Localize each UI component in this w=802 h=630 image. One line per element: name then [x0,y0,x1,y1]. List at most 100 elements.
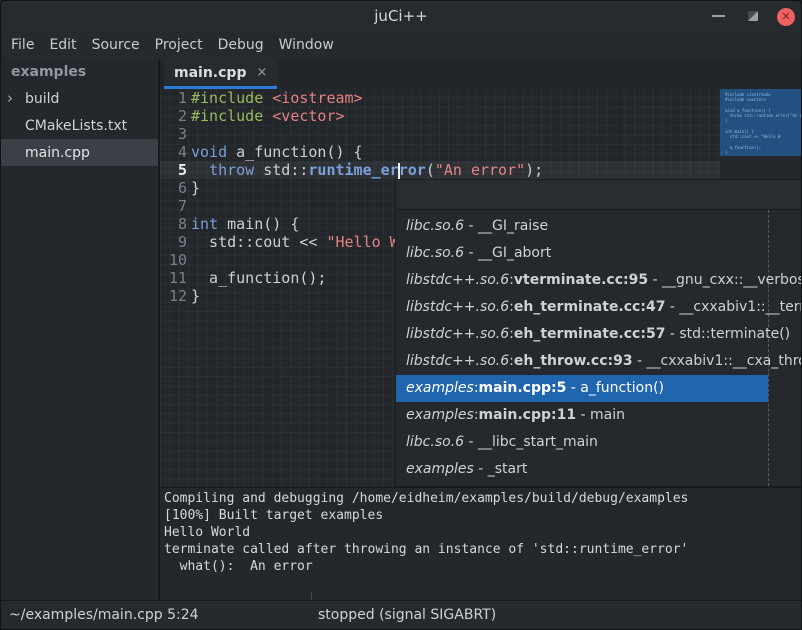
code-token: ); [525,161,543,179]
code-token: "An error" [435,161,525,179]
terminal-line: Hello World [164,524,801,541]
code-token: void [191,143,227,161]
code-token [191,161,209,179]
stack-frame-item[interactable]: examples:main.cpp:5 - a_function() [396,375,802,402]
line-number: 12 [160,287,187,305]
terminal-output[interactable]: Compiling and debugging /home/eidheim/ex… [160,487,801,602]
code-token: #include [191,107,263,125]
minimize-icon[interactable] [712,15,725,17]
titlebar[interactable]: juCi++ ✕ [1,1,801,31]
stack-frame-text: - __cxxabiv1::__terminate(void (*)()) [665,299,802,315]
tab-label: main.cpp [174,65,246,81]
code-token: } [191,287,200,305]
code-token [263,107,272,125]
code-token: std::cout << [191,233,326,251]
stack-frame-text: libc.so.6 [406,218,464,234]
line-number: 11 [160,269,187,287]
line-number: 10 [160,251,187,269]
stack-frame-text: - a_function() [566,380,664,396]
code-line[interactable]: 5 throw std::runtime_error("An error"); [160,161,720,179]
line-number: 7 [160,197,187,215]
stack-frame-text: - __gnu_cxx::__verbose_terminate_handler… [648,272,802,288]
stack-frame-item[interactable]: libc.so.6 - __GI_raise [396,213,802,240]
menu-item-file[interactable]: File [11,37,34,53]
code-token: runtime_er [308,161,398,179]
tree-item-label: CMakeLists.txt [25,118,127,134]
minimap-visible-region[interactable]: #include <iostream> #include <vector> vo… [720,89,801,156]
stack-frame-text: main.cpp:11 [479,407,577,423]
stack-frame-text: eh_throw.cc:93 [514,353,633,369]
close-icon[interactable]: ✕ [777,8,795,26]
stack-frame-text: libstdc++.so.6 [406,272,509,288]
project-name-header: examples [1,59,158,85]
minimap-micro-text: #include <iostream> #include <vector> vo… [725,92,801,156]
line-number: 3 [160,125,187,143]
stack-frame-text: vterminate.cc:95 [514,272,648,288]
tree-item-build[interactable]: ›build [1,85,158,112]
code-token: a_function() { [227,143,362,161]
stack-frame-list: libc.so.6 - __GI_raiselibc.so.6 - __GI_a… [396,210,802,486]
code-token: "Hello W [326,233,398,251]
code-line[interactable]: 2#include <vector> [160,107,720,125]
menu-item-source[interactable]: Source [92,37,140,53]
line-number: 8 [160,215,187,233]
tree-item-main-cpp[interactable]: main.cpp [1,139,158,166]
menu-item-debug[interactable]: Debug [218,37,264,53]
stack-frame-text: - __cxxabiv1::__cxa_throw [633,353,802,369]
menu-item-edit[interactable]: Edit [49,37,76,53]
unmaximize-icon[interactable] [748,11,758,21]
stack-frame-item[interactable]: libstdc++.so.6:vterminate.cc:95 - __gnu_… [396,267,802,294]
stack-frame-text: - _start [474,461,528,477]
terminal-line: [100%] Built target examples [164,507,801,524]
paned-handle[interactable] [311,592,312,600]
stack-frame-item[interactable]: libstdc++.so.6:eh_terminate.cc:47 - __cx… [396,294,802,321]
stack-frame-item[interactable]: libstdc++.so.6:eh_throw.cc:93 - __cxxabi… [396,348,802,375]
code-line[interactable]: 1#include <iostream> [160,89,720,107]
stack-frame-item[interactable]: examples - _start [396,456,802,483]
terminal-line: Compiling and debugging /home/eidheim/ex… [164,490,801,507]
stack-frame-item[interactable]: libc.so.6 - __GI_abort [396,240,802,267]
statusbar-file-location: ~/examples/main.cpp 5:24 [9,601,199,629]
code-token: throw [209,161,254,179]
tabbar: main.cpp × [160,59,801,89]
code-token: main() { [218,215,299,233]
code-line[interactable]: 3 [160,125,720,143]
tree-item-label: main.cpp [25,145,90,161]
code-token: ror [399,161,426,179]
stack-frame-text: - __GI_raise [464,218,548,234]
menu-item-project[interactable]: Project [155,37,203,53]
code-line[interactable]: 4void a_function() { [160,143,720,161]
line-number: 4 [160,143,187,161]
stack-frame-text: - __GI_abort [464,245,551,261]
stack-frame-text: libstdc++.so.6 [406,299,509,315]
stack-frame-text: examples [406,380,474,396]
stack-frame-item[interactable]: libstdc++.so.6:eh_terminate.cc:57 - std:… [396,321,802,348]
tab-main-cpp[interactable]: main.cpp × [164,59,277,89]
stack-frame-text: - __libc_start_main [464,434,598,450]
code-token: ( [426,161,435,179]
line-number: 6 [160,179,187,197]
expander-icon[interactable]: › [7,91,25,106]
stack-frame-text: main.cpp:5 [479,380,567,396]
tab-close-icon[interactable]: × [256,65,267,80]
stack-frame-item[interactable]: libc.so.6 - __libc_start_main [396,429,802,456]
code-token: a_function(); [191,269,326,287]
terminal-line: what(): An error [164,558,801,575]
code-token: std:: [254,161,308,179]
stack-frame-text: - main [576,407,625,423]
stack-frame-text: libc.so.6 [406,434,464,450]
popup-search-input[interactable] [396,180,802,210]
line-number: 5 [160,161,187,179]
code-token: #include [191,89,263,107]
menu-item-window[interactable]: Window [279,37,334,53]
file-tree-rows: ›build CMakeLists.txt main.cpp [1,85,158,166]
stack-frame-text: examples [406,407,474,423]
statusbar-debug-status: stopped (signal SIGABRT) [318,601,496,629]
window-title: juCi++ [1,1,801,31]
line-number: 2 [160,107,187,125]
line-number: 9 [160,233,187,251]
stack-frame-item[interactable]: examples:main.cpp:11 - main [396,402,802,429]
line-number: 1 [160,89,187,107]
stack-frame-text: libstdc++.so.6 [406,353,509,369]
tree-item-cmakelists-txt[interactable]: CMakeLists.txt [1,112,158,139]
